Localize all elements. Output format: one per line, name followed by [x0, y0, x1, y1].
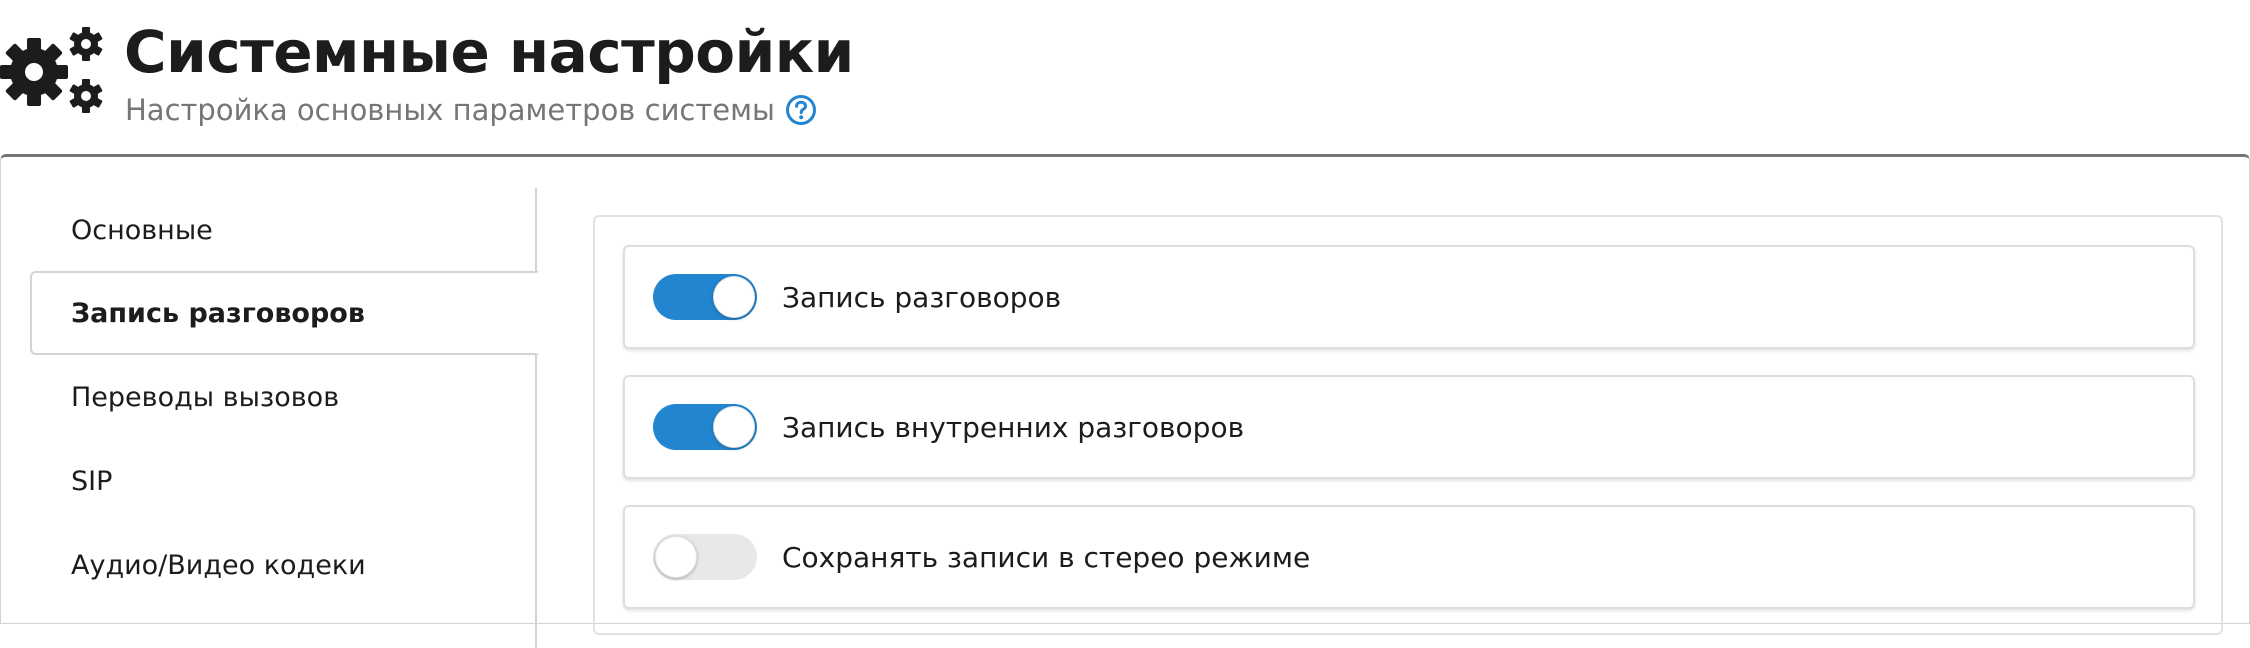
page-header: Системные настройки Настройка основных п… [0, 0, 2250, 154]
record-calls-toggle[interactable] [653, 274, 757, 320]
subtitle-row: Настройка основных параметров системы [125, 88, 817, 132]
question-circle-icon[interactable] [785, 94, 817, 126]
toggle-knob [655, 536, 697, 578]
tab-audio-video-codecs[interactable]: Аудио/Видео кодеки [30, 523, 537, 607]
toggle-knob [713, 276, 755, 318]
tab-label: Запись разговоров [71, 297, 365, 329]
tab-call-recording[interactable]: Запись разговоров [30, 271, 539, 355]
setting-record-internal-calls: Запись внутренних разговоров [623, 375, 2195, 479]
settings-tab-menu: Основные Запись разговоров Переводы вызо… [30, 188, 539, 648]
tab-label: Переводы вызовов [71, 381, 340, 413]
record-internal-calls-toggle[interactable] [653, 404, 757, 450]
tab-label: Аудио/Видео кодеки [71, 549, 366, 581]
settings-segment: Основные Запись разговоров Переводы вызо… [0, 154, 2250, 648]
setting-label[interactable]: Запись разговоров [782, 247, 1061, 347]
gears-icon [0, 27, 103, 113]
setting-record-calls: Запись разговоров [623, 245, 2195, 349]
tab-main[interactable]: Основные [30, 188, 537, 272]
setting-label[interactable]: Сохранять записи в стерео режиме [782, 507, 1310, 607]
tab-call-transfers[interactable]: Переводы вызовов [30, 355, 537, 439]
settings-panel: Запись разговоров Запись внутренних разг… [593, 215, 2223, 635]
tab-label: SIP [71, 465, 113, 497]
page-title: Системные настройки [124, 18, 854, 86]
setting-label[interactable]: Запись внутренних разговоров [782, 377, 1244, 477]
tab-label: Основные [71, 214, 213, 246]
toggle-knob [713, 406, 755, 448]
stereo-recording-toggle[interactable] [653, 534, 757, 580]
tab-sip[interactable]: SIP [30, 439, 537, 523]
setting-stereo-recording: Сохранять записи в стерео режиме [623, 505, 2195, 609]
page-subtitle: Настройка основных параметров системы [125, 93, 775, 127]
